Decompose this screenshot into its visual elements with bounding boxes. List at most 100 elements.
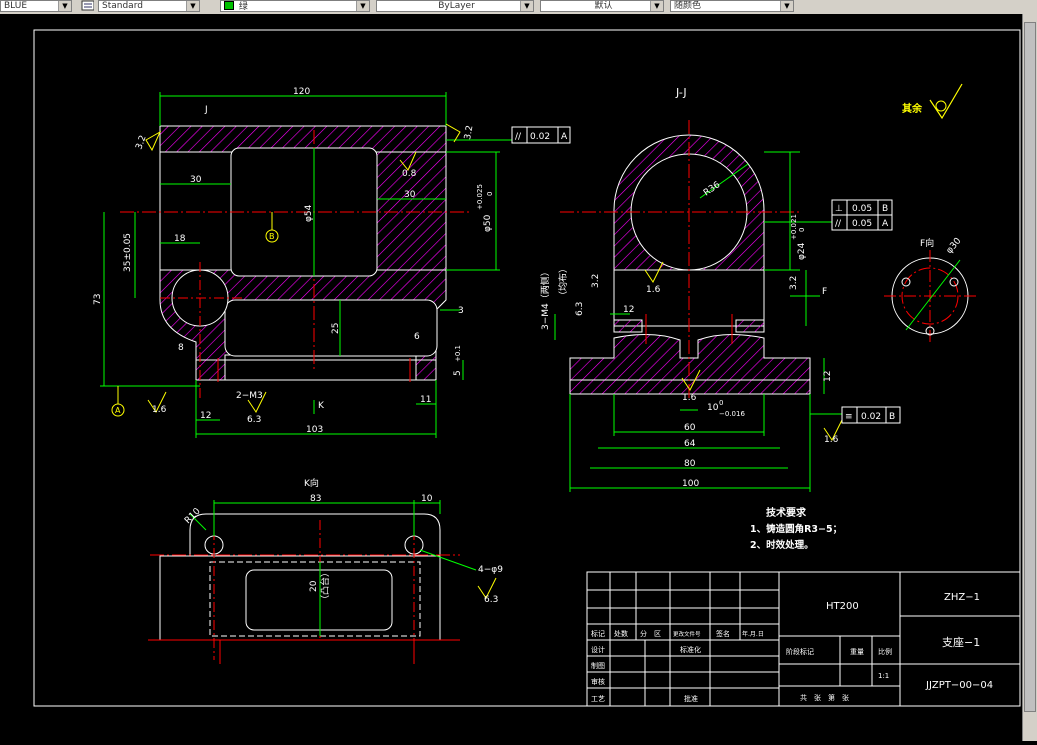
roughness-symbol-other	[929, 83, 963, 120]
text-style-icon[interactable]	[78, 0, 94, 12]
tb-sheets: 共 张 第 张	[800, 693, 849, 702]
tol-10b: −0.016	[719, 410, 745, 418]
plot-style-value: 随颜色	[674, 1, 702, 11]
section-view: J-J R36 φ24 +0.021 0 3−M4（两侧） （均布） 6.3 3…	[539, 86, 901, 492]
dim-5: 5	[453, 370, 463, 376]
drawing-canvas[interactable]: J 120 30 30 18 35±0.05 73 φ54 φ50 +0.025…	[0, 14, 1022, 741]
tb-row-design: 设计	[591, 645, 605, 654]
dim-100: 100	[682, 479, 699, 489]
k-dim-r10: R10	[183, 506, 203, 526]
dim-width: 120	[293, 87, 310, 97]
k-dim-10: 10	[421, 494, 433, 504]
dim-73: 73	[93, 294, 103, 305]
text-style-dropdown[interactable]: Standard ▼	[98, 0, 200, 12]
rough-16-section: 1.6	[646, 285, 661, 295]
tb-scale: 1:1	[878, 672, 889, 680]
f-view-dim: φ30	[945, 236, 964, 256]
dim-30-right: 30	[404, 190, 416, 200]
dim-24: φ24	[797, 242, 807, 260]
dim-103: 103	[306, 425, 323, 435]
dim-18: 18	[174, 234, 186, 244]
layer-dropdown[interactable]: BLUE ▼	[0, 0, 72, 12]
dim-80: 80	[684, 459, 696, 469]
datum-a: A	[115, 406, 121, 415]
datum-b: B	[269, 232, 275, 241]
k-outline	[159, 513, 441, 641]
tol-perp-symbol: ⊥	[835, 204, 843, 214]
vertical-scrollbar[interactable]	[1022, 14, 1037, 741]
tb-weight: 重量	[850, 648, 864, 656]
rough-32-right: 3.2	[463, 125, 475, 141]
tb-row-standard: 标准化	[680, 645, 701, 654]
tech-req-title: 技术要求	[766, 506, 807, 519]
tech-req-line1: 1、铸造圆角R3−5；	[750, 523, 842, 535]
plot-style-dropdown[interactable]: 随颜色 ▼	[670, 0, 794, 12]
tb-row-process: 工艺	[591, 695, 605, 703]
color-value: 绿	[238, 2, 248, 12]
k-rough-63: 6.3	[484, 595, 498, 605]
dim-12v: 12	[823, 371, 833, 382]
other-surfaces-label: 其余	[902, 102, 923, 115]
dim-50: φ50	[483, 214, 493, 232]
chevron-down-icon[interactable]: ▼	[520, 1, 533, 11]
tb-col-count: 处数	[614, 629, 628, 638]
scrollbar-thumb[interactable]	[1024, 22, 1036, 712]
tb-col-mark: 标记	[591, 629, 605, 638]
tol-sym-ref: B	[889, 412, 895, 422]
properties-toolbar: BLUE ▼ Standard ▼ 绿 ▼ ByLayer ▼ 默认 ▼ 随颜色…	[0, 0, 1037, 15]
rough-32-left: 3.2	[134, 134, 148, 151]
lineweight-dropdown[interactable]: 默认 ▼	[540, 0, 664, 12]
text-style-value: Standard	[102, 1, 143, 11]
k-dim-holes: 4−φ9	[478, 565, 503, 575]
k-dim-20: 20	[309, 580, 319, 592]
tol-par-val: 0.05	[852, 219, 872, 229]
linetype-value: ByLayer	[438, 1, 475, 11]
dim-6: 6	[414, 332, 420, 342]
tb-ratio: 比例	[878, 647, 892, 656]
rough-63-section: 6.3	[575, 302, 585, 316]
chevron-down-icon[interactable]: ▼	[186, 1, 199, 11]
dim-64: 64	[684, 439, 696, 449]
dim-m3: 2−M3	[236, 391, 263, 401]
k-hidden-outline	[209, 561, 421, 637]
tol-perp-ref: B	[882, 204, 888, 214]
chevron-down-icon[interactable]: ▼	[650, 1, 663, 11]
thread-left	[613, 319, 643, 333]
color-swatch	[224, 1, 234, 10]
tol-50: +0.025	[476, 184, 484, 210]
tb-col-sign: 签名	[716, 629, 730, 638]
linetype-dropdown[interactable]: ByLayer ▼	[376, 0, 534, 12]
dim-10-section: 10	[707, 403, 719, 413]
section-title: J-J	[675, 86, 687, 99]
f-dim-leader	[905, 259, 961, 331]
arrow-f: F	[822, 287, 827, 297]
dim-25: 25	[331, 323, 341, 334]
layer-value: BLUE	[4, 1, 28, 11]
tol-sym-val: 0.02	[861, 412, 881, 422]
rough-16b-section: 1.6	[682, 393, 697, 403]
tol-24: +0.021	[790, 214, 798, 240]
drawing-svg: J 120 30 30 18 35±0.05 73 φ54 φ50 +0.025…	[33, 29, 1021, 707]
tb-col-file: 更改文件号	[673, 630, 701, 638]
tech-req-line2: 2、时效处理。	[750, 539, 814, 551]
rough-32-left-section: 3.2	[591, 274, 601, 288]
section-label-j: J	[204, 105, 208, 115]
tol-sym-symbol: ≡	[845, 412, 853, 422]
tb-col-date: 年.月.日	[742, 630, 764, 638]
tb-material: HT200	[826, 601, 859, 612]
tol-parallel-ref: A	[561, 132, 568, 142]
tol-5: +0.1	[454, 345, 462, 362]
k-dim-lines	[189, 500, 477, 636]
base-hatch	[569, 333, 811, 395]
f-view: F向 φ30	[884, 236, 976, 342]
chevron-down-icon[interactable]: ▼	[780, 1, 793, 11]
chevron-down-icon[interactable]: ▼	[356, 1, 369, 11]
base-outline	[195, 359, 437, 381]
view-k-arrow: K	[318, 401, 325, 411]
color-dropdown[interactable]: 绿 ▼	[220, 0, 370, 12]
tol-perp-val: 0.05	[852, 204, 872, 214]
tb-row-draw: 制图	[591, 661, 605, 670]
chevron-down-icon[interactable]: ▼	[58, 1, 71, 11]
dim-12: 12	[200, 411, 211, 421]
dim-54: φ54	[304, 204, 314, 222]
